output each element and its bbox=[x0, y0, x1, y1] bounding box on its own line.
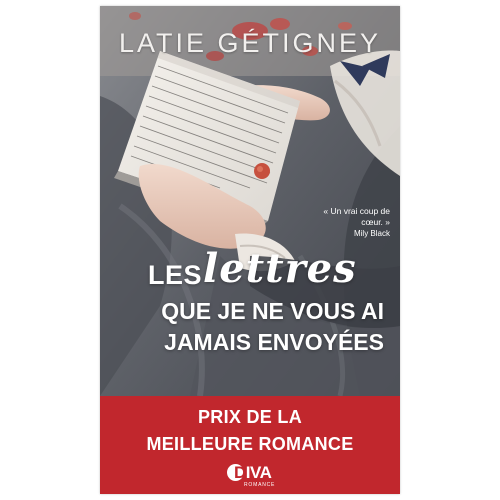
quote-text: « Un vrai coup de cœur. » bbox=[323, 206, 390, 227]
page: LATIE GÉTIGNEY « Un vrai coup de cœur. »… bbox=[0, 0, 500, 500]
award-text: PRIX DE LA MEILLEURE ROMANCE bbox=[100, 404, 400, 458]
logo-letter: D bbox=[234, 463, 246, 482]
title-word-lettres: lettres bbox=[203, 245, 357, 292]
logo-rest: IVA bbox=[245, 463, 272, 482]
quote-author: Mily Black bbox=[353, 229, 390, 238]
logo-word: DIVA bbox=[234, 463, 272, 483]
award-line-2: MEILLEURE ROMANCE bbox=[146, 434, 354, 454]
book-cover: LATIE GÉTIGNEY « Un vrai coup de cœur. »… bbox=[100, 6, 400, 494]
title-line-3: JAMAIS ENVOYÉES bbox=[164, 329, 384, 355]
title-line-2: QUE JE NE VOUS AI bbox=[161, 298, 384, 324]
review-quote: « Un vrai coup de cœur. » Mily Black bbox=[300, 206, 390, 239]
award-line-1: PRIX DE LA bbox=[197, 407, 302, 427]
publisher-logo-icon: DIVA ROMANCE bbox=[227, 463, 276, 491]
title-word-les: LES bbox=[148, 260, 203, 290]
author-name: LATIE GÉTIGNEY bbox=[118, 28, 382, 58]
award-band: PRIX DE LA MEILLEURE ROMANCE DIVA ROMANC… bbox=[100, 396, 400, 494]
logo-subtitle: ROMANCE bbox=[244, 482, 276, 488]
